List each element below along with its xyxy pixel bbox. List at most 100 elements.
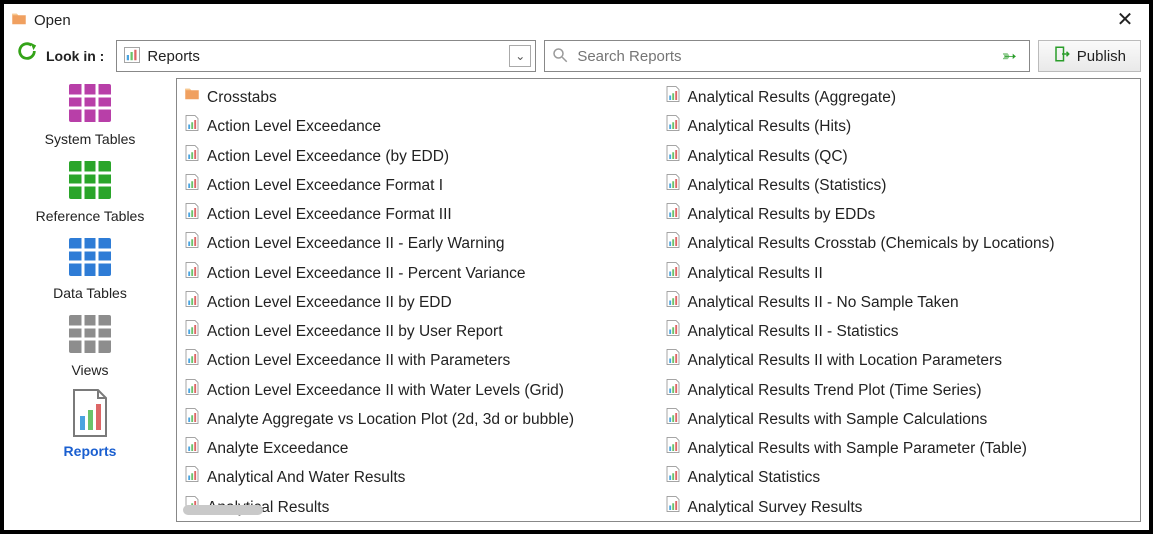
views-icon: [67, 311, 113, 360]
report-item[interactable]: Analytical Results (Statistics): [662, 171, 1135, 200]
report-item[interactable]: Analytical Results (Hits): [662, 112, 1135, 141]
chart-icon: [664, 144, 682, 169]
report-item[interactable]: Analytical Results Crosstab (Chemicals b…: [662, 229, 1135, 258]
report-item[interactable]: Analytical Results with Sample Parameter…: [662, 434, 1135, 463]
file-label: Action Level Exceedance II with Water Le…: [207, 379, 564, 402]
report-item[interactable]: Analytical And Water Results: [181, 463, 654, 492]
report-item[interactable]: Action Level Exceedance II by User Repor…: [181, 317, 654, 346]
report-item[interactable]: Analyte Exceedance: [181, 434, 654, 463]
sidebar-item-label: Data Tables: [53, 285, 127, 301]
chart-icon: [183, 173, 201, 198]
file-label: Analytical Results Trend Plot (Time Seri…: [688, 379, 982, 402]
report-item[interactable]: Analytical Results by EDDs: [662, 200, 1135, 229]
sidebar-item-label: Views: [71, 362, 108, 378]
report-item[interactable]: Analyte Aggregate vs Location Plot (2d, …: [181, 405, 654, 434]
lookin-dropdown[interactable]: Reports ⌄: [116, 40, 536, 72]
report-item[interactable]: Analytical Results (QC): [662, 142, 1135, 171]
report-item[interactable]: Analytical Results (Aggregate): [662, 83, 1135, 112]
sidebar-item-data-tables[interactable]: Data Tables: [4, 232, 176, 305]
file-label: Analytical Results by EDDs: [688, 203, 876, 226]
file-label: Action Level Exceedance II by EDD: [207, 291, 452, 314]
report-item[interactable]: Action Level Exceedance: [181, 112, 654, 141]
file-label: Action Level Exceedance II - Percent Var…: [207, 262, 526, 285]
publish-label: Publish: [1077, 48, 1126, 65]
chart-icon: [664, 319, 682, 344]
file-label: Analytical Results with Sample Calculati…: [688, 408, 988, 431]
report-item[interactable]: Analytical Results with Sample Calculati…: [662, 405, 1135, 434]
go-arrow-icon[interactable]: ➳: [996, 46, 1023, 67]
chart-icon: [183, 348, 201, 373]
chart-icon: [183, 261, 201, 286]
file-label: Action Level Exceedance Format III: [207, 203, 452, 226]
file-label: Action Level Exceedance II with Paramete…: [207, 349, 510, 372]
sidebar-item-reports[interactable]: Reports: [4, 386, 176, 463]
file-label: Analytical Results II - Statistics: [688, 320, 899, 343]
file-label: Analytical Results (Aggregate): [688, 86, 897, 109]
search-box[interactable]: ➳: [544, 40, 1029, 72]
report-item[interactable]: Analytical Results II: [662, 259, 1135, 288]
file-label: Action Level Exceedance (by EDD): [207, 145, 449, 168]
report-item[interactable]: Action Level Exceedance II - Percent Var…: [181, 259, 654, 288]
report-item[interactable]: Analytical Statistics: [662, 463, 1135, 492]
chart-icon: [183, 144, 201, 169]
report-item[interactable]: Action Level Exceedance Format I: [181, 171, 654, 200]
chart-icon: [183, 465, 201, 490]
file-label: Action Level Exceedance II by User Repor…: [207, 320, 503, 343]
file-label: Analytical Results (Hits): [688, 115, 852, 138]
chart-icon: [664, 495, 682, 520]
sidebar-item-views[interactable]: Views: [4, 309, 176, 382]
sidebar-item-label: Reports: [64, 443, 117, 459]
chart-icon: [664, 290, 682, 315]
report-item[interactable]: Action Level Exceedance (by EDD): [181, 142, 654, 171]
horizontal-scrollbar-thumb[interactable]: [183, 505, 263, 515]
file-label: Analytical Survey Results: [688, 496, 863, 519]
sidebar-item-system-tables[interactable]: System Tables: [4, 78, 176, 151]
chart-icon: [664, 407, 682, 432]
report-item[interactable]: Action Level Exceedance Format III: [181, 200, 654, 229]
chart-icon: [664, 465, 682, 490]
lookin-dropdown-value: Reports: [147, 48, 503, 65]
report-item[interactable]: Analytical Results II - Statistics: [662, 317, 1135, 346]
folder-icon: [183, 85, 201, 110]
file-label: Analytical Results (QC): [688, 145, 848, 168]
sidebar-item-label: Reference Tables: [36, 208, 145, 224]
report-item[interactable]: Analytical Survey Results: [662, 493, 1135, 522]
report-item[interactable]: Action Level Exceedance II with Paramete…: [181, 346, 654, 375]
search-input[interactable]: [575, 47, 989, 66]
body-area: System Tables Reference Tables Data Tabl…: [4, 78, 1149, 530]
chart-icon: [183, 114, 201, 139]
folder-item[interactable]: Crosstabs: [181, 83, 654, 112]
file-label: Action Level Exceedance Format I: [207, 174, 443, 197]
file-label: Analytical Results II: [688, 262, 823, 285]
file-label: Analytical Statistics: [688, 466, 821, 489]
chart-icon: [183, 290, 201, 315]
report-item[interactable]: Analytical Results Trend Plot (Time Seri…: [662, 376, 1135, 405]
sidebar-item-label: System Tables: [45, 131, 136, 147]
file-label: Analytical And Water Results: [207, 466, 405, 489]
export-icon: [1053, 45, 1071, 67]
file-label: Analytical Results II with Location Para…: [688, 349, 1002, 372]
close-button[interactable]: ✕: [1107, 10, 1143, 30]
data-tables-icon: [67, 234, 113, 283]
publish-button[interactable]: Publish: [1038, 40, 1141, 72]
open-dialog-window: Open ✕ Look in : Reports ⌄ ➳: [0, 0, 1153, 534]
sidebar-item-reference-tables[interactable]: Reference Tables: [4, 155, 176, 228]
file-label: Analytical Results Crosstab (Chemicals b…: [688, 232, 1055, 255]
report-item[interactable]: Action Level Exceedance II - Early Warni…: [181, 229, 654, 258]
report-item[interactable]: Action Level Exceedance II with Water Le…: [181, 376, 654, 405]
refresh-button[interactable]: [16, 40, 38, 65]
chart-icon: [664, 261, 682, 286]
system-tables-icon: [67, 80, 113, 129]
close-icon: ✕: [1117, 9, 1134, 31]
chart-icon: [664, 378, 682, 403]
chart-icon: [183, 407, 201, 432]
reports-icon: [70, 388, 110, 441]
folder-icon: [10, 10, 28, 31]
chevron-down-icon: ⌄: [509, 45, 531, 67]
search-icon: [551, 46, 569, 67]
report-item[interactable]: Action Level Exceedance II by EDD: [181, 288, 654, 317]
reference-tables-icon: [67, 157, 113, 206]
chart-icon: [664, 231, 682, 256]
report-item[interactable]: Analytical Results II with Location Para…: [662, 346, 1135, 375]
report-item[interactable]: Analytical Results II - No Sample Taken: [662, 288, 1135, 317]
